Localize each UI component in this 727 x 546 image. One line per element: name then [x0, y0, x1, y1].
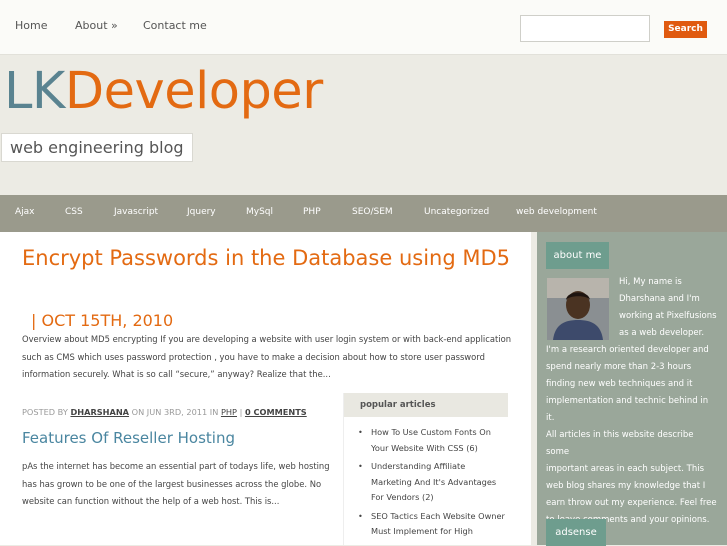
nav-contact-link[interactable]: Contact me: [143, 19, 207, 32]
nav-home-link[interactable]: Home: [15, 19, 47, 32]
category-bar: Ajax CSS Javascript Jquery MySql PHP SEO…: [0, 195, 727, 232]
bullet-icon: •: [358, 461, 363, 471]
popular-articles-heading: popular articles: [344, 393, 508, 417]
about-me-text: Hi, My name is Dharshana and I'm working…: [546, 274, 718, 529]
meta-separator: |: [239, 407, 243, 417]
search-button[interactable]: Search: [664, 21, 707, 38]
category-uncategorized[interactable]: Uncategorized: [424, 207, 489, 217]
category-seo-sem[interactable]: SEO/SEM: [352, 207, 393, 217]
popular-article-link[interactable]: Understanding Affiliate Marketing And It…: [371, 461, 496, 502]
post-date: | OCT 15TH, 2010: [31, 311, 174, 330]
about-line: web blog shares my knowledge that I: [546, 481, 706, 491]
about-line: I'm a research oriented developer and: [546, 345, 709, 355]
about-line: All articles in this website describe so…: [546, 430, 694, 457]
post-category-link[interactable]: PHP: [221, 407, 237, 417]
meta-date: ON JUN 3RD, 2011 IN: [131, 407, 219, 417]
about-line: earn throw out my experience. Feel free: [546, 498, 717, 508]
post-comments-link[interactable]: 0 COMMENTS: [245, 407, 307, 417]
nav-about-link[interactable]: About »: [75, 19, 118, 32]
search-input[interactable]: [520, 15, 650, 42]
logo-part-lk: LK: [4, 62, 65, 121]
popular-articles-list: • How To Use Custom Fonts On Your Website…: [344, 417, 508, 540]
top-bar: Home About » Contact me Search: [0, 0, 727, 55]
category-css[interactable]: CSS: [65, 207, 83, 217]
about-line: important areas in each subject. This: [546, 464, 705, 474]
list-item: • Understanding Affiliate Marketing And I…: [344, 459, 508, 506]
about-line: working at Pixelfusions: [619, 311, 717, 321]
category-mysql[interactable]: MySql: [246, 207, 273, 217]
bullet-icon: •: [358, 510, 363, 521]
post-excerpt: pAs the internet has become an essential…: [22, 461, 330, 506]
site-logo[interactable]: LKDeveloper: [4, 62, 323, 122]
category-jquery[interactable]: Jquery: [187, 207, 216, 217]
site-tagline: web engineering blog: [1, 133, 193, 162]
bullet-icon: •: [358, 427, 363, 437]
category-javascript[interactable]: Javascript: [114, 207, 158, 217]
about-line: Dharshana and I'm: [619, 294, 700, 304]
category-php[interactable]: PHP: [303, 207, 321, 217]
post-title[interactable]: Encrypt Passwords in the Database using …: [22, 246, 512, 270]
list-item: • How To Use Custom Fonts On Your Website…: [344, 425, 508, 456]
about-me-heading: about me: [546, 242, 609, 269]
post-author-link[interactable]: DHARSHANA: [70, 407, 129, 417]
post-meta: POSTED BY DHARSHANA ON JUN 3RD, 2011 IN …: [22, 407, 307, 417]
logo-part-developer: Developer: [64, 62, 323, 121]
about-line: spend nearly more than 2-3 hours: [546, 362, 692, 372]
about-line: finding new web techniques and it: [546, 379, 693, 389]
category-ajax[interactable]: Ajax: [15, 207, 35, 217]
meta-prefix: POSTED BY: [22, 407, 68, 417]
list-item: • SEO Tactics Each Website Owner Must Imp…: [344, 509, 508, 540]
about-line: as a web developer.: [619, 328, 705, 338]
post-excerpt: Overview about MD5 encrypting If you are…: [22, 334, 512, 379]
category-web-development[interactable]: web development: [516, 207, 597, 217]
about-line: Hi, My name is: [619, 277, 682, 287]
popular-articles-widget: popular articles • How To Use Custom Font…: [343, 393, 508, 545]
popular-article-link[interactable]: SEO Tactics Each Website Owner Must Impl…: [371, 511, 505, 537]
adsense-heading: adsense: [546, 519, 606, 546]
about-line: implementation and technic behind in it.: [546, 396, 709, 423]
popular-article-link[interactable]: How To Use Custom Fonts On Your Website …: [371, 427, 491, 453]
post-title[interactable]: Features Of Reseller Hosting: [22, 428, 235, 448]
